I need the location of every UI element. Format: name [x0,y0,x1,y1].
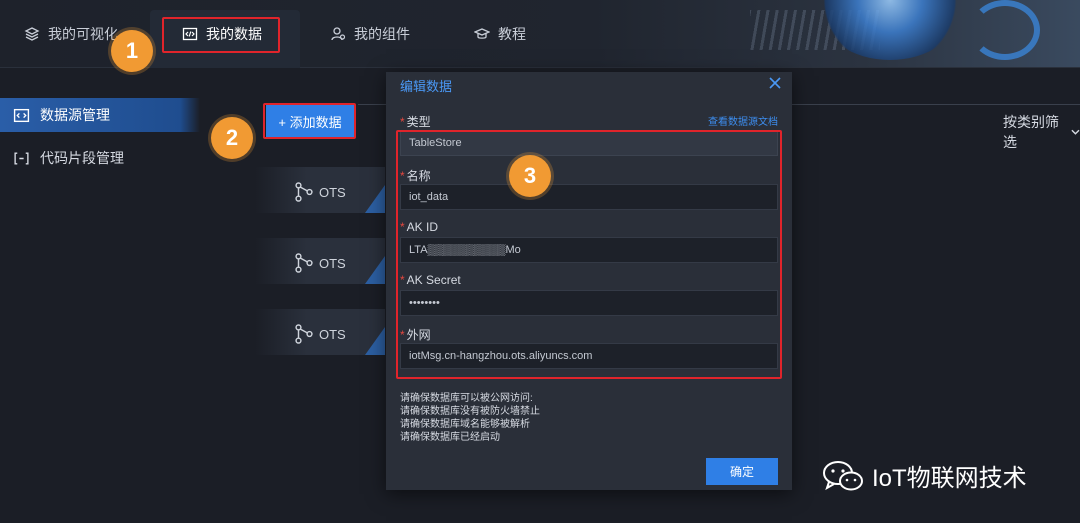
branch-icon [295,253,313,273]
note-line: 请确保数据库域名能够被解析 [400,419,530,430]
datasource-card[interactable]: OTS [255,238,385,284]
highlight-box-add-data [263,103,356,139]
tab-my-visualization[interactable]: 我的可视化 [24,22,118,46]
datasource-label: OTS [319,326,346,342]
filter-label: 按类别筛选 [1003,114,1059,150]
card-accent-slash [365,185,385,213]
dialog-title: 编辑数据 [400,79,453,94]
step-badge-2: 2 [211,117,253,159]
tab-label: 我的组件 [354,26,410,42]
dialog-notes: 请确保数据库可以被公网访问: 请确保数据库没有被防火墙禁止 请确保数据库域名能够… [400,392,540,444]
confirm-button[interactable]: 确定 [706,458,778,485]
card-accent-slash [365,256,385,284]
component-user-icon [331,27,346,41]
datasource-label: OTS [319,255,346,271]
view-datasource-docs-link[interactable]: 查看数据源文档 [708,113,778,128]
category-filter[interactable]: 按类别筛选 [1003,112,1080,152]
code-window-icon [13,108,30,122]
step-badge-1: 1 [111,30,153,72]
tab-label: 教程 [498,26,526,42]
branch-icon [295,324,313,344]
card-accent-slash [365,327,385,355]
wechat-icon [823,460,863,490]
tab-my-components[interactable]: 我的组件 [330,22,410,46]
close-icon[interactable] [768,76,782,90]
highlight-box-my-data [162,17,280,53]
sidebar-item-label: 代码片段管理 [40,150,124,166]
tab-label: 我的可视化 [48,26,118,42]
chevron-down-icon [1071,129,1080,135]
datasource-label: OTS [319,184,346,200]
header-decoration [750,0,1080,68]
highlight-box-fields [396,130,782,379]
datasource-card[interactable]: OTS [255,167,385,213]
sidebar-item-datasource-management[interactable]: 数据源管理 [0,98,200,132]
sidebar-item-snippet-management[interactable]: 代码片段管理 [0,141,200,175]
datasource-card[interactable]: OTS [255,309,385,355]
note-line: 请确保数据库没有被防火墙禁止 [400,406,540,417]
branch-icon [295,182,313,202]
note-line: 请确保数据库已经启动 [400,432,500,443]
sidebar-item-label: 数据源管理 [40,107,110,123]
watermark-text: IoT物联网技术 [872,465,1027,492]
field-label-type: * 类型 [400,115,431,129]
bracket-code-icon [14,151,29,165]
step-badge-3: 3 [509,155,551,197]
tab-tutorials[interactable]: 教程 [474,22,526,46]
watermark: IoT物联网技术 [822,458,1027,493]
layers-icon [24,27,40,41]
graduation-cap-icon [474,28,490,39]
note-line: 请确保数据库可以被公网访问: [400,393,533,404]
